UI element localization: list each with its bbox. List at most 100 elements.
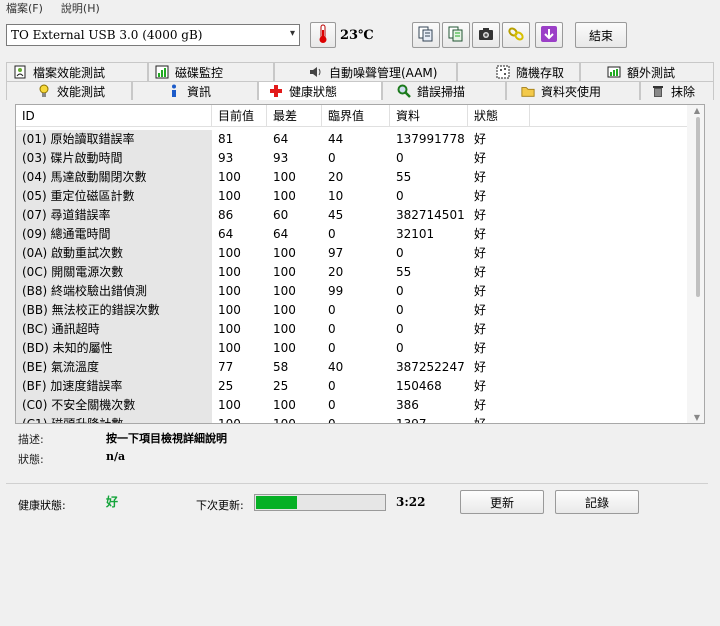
raw-data-cell: 55 xyxy=(396,170,412,184)
table-row[interactable]: (BC) 通訊超時 100 100 0 0 好 xyxy=(16,320,530,339)
attribute-status-cell: 好 xyxy=(474,341,487,355)
tab-health[interactable]: 健康狀態 xyxy=(258,81,382,100)
current-value-cell: 100 xyxy=(218,398,241,412)
attribute-id-cell: (BF) 加速度錯誤率 xyxy=(16,377,212,396)
table-row[interactable]: (BE) 氣流溫度 77 58 40 387252247 好 xyxy=(16,358,530,377)
table-row[interactable]: (C0) 不安全關機次數 100 100 0 386 好 xyxy=(16,396,530,415)
attribute-id-cell: (01) 原始讀取錯誤率 xyxy=(16,130,212,149)
tab-extra-tests[interactable]: 額外測試 xyxy=(580,62,714,81)
worst-value-cell: 100 xyxy=(273,170,296,184)
info-icon xyxy=(167,84,181,98)
threshold-value-cell: 20 xyxy=(328,265,344,279)
menu-help[interactable]: 說明(H) xyxy=(61,0,100,16)
attribute-status-cell: 好 xyxy=(474,265,487,279)
worst-value-cell: 100 xyxy=(273,322,296,336)
health-cross-icon xyxy=(269,84,283,98)
column-header-current[interactable]: 目前值 xyxy=(212,105,267,127)
raw-data-cell: 0 xyxy=(396,189,404,203)
threshold-value-cell: 10 xyxy=(328,189,344,203)
table-row[interactable]: (BF) 加速度錯誤率 25 25 0 150468 好 xyxy=(16,377,530,396)
tab-label: 自動噪聲管理(AAM) xyxy=(329,65,438,80)
screenshot-button[interactable] xyxy=(472,22,500,48)
worst-value-cell: 100 xyxy=(273,265,296,279)
tab-disk-monitor[interactable]: 磁碟監控 xyxy=(148,62,274,81)
table-row[interactable]: (01) 原始讀取錯誤率 81 64 44 137991778 好 xyxy=(16,130,530,149)
column-header-id[interactable]: ID xyxy=(16,105,212,127)
raw-data-cell: 387252247 xyxy=(396,360,465,374)
temperature-button[interactable] xyxy=(310,22,336,48)
raw-data-cell: 55 xyxy=(396,265,412,279)
status-label: 狀態: xyxy=(18,453,44,466)
drive-select[interactable]: TO External USB 3.0 (4000 gB) ▾ xyxy=(6,24,300,46)
worst-value-cell: 100 xyxy=(273,417,296,424)
table-row[interactable]: (0C) 開關電源次數 100 100 20 55 好 xyxy=(16,263,530,282)
tab-benchmark[interactable]: 效能測試 xyxy=(6,81,132,100)
attribute-id-cell: (BB) 無法校正的錯誤次數 xyxy=(16,301,212,320)
worst-value-cell: 93 xyxy=(273,151,289,165)
link-button[interactable] xyxy=(502,22,530,48)
table-row[interactable]: (B8) 終端校驗出錯偵測 100 100 99 0 好 xyxy=(16,282,530,301)
column-header-status[interactable]: 狀態 xyxy=(468,105,530,127)
table-row[interactable]: (04) 馬達啟動關閉次數 100 100 20 55 好 xyxy=(16,168,530,187)
worst-value-cell: 64 xyxy=(273,132,289,146)
menu-file[interactable]: 檔案(F) xyxy=(6,0,43,16)
raw-data-cell: 382714501 xyxy=(396,208,465,222)
tab-label: 磁碟監控 xyxy=(175,65,224,80)
threshold-value-cell: 0 xyxy=(328,398,336,412)
current-value-cell: 77 xyxy=(218,360,234,374)
scroll-down-icon[interactable]: ▼ xyxy=(694,413,700,422)
download-button[interactable] xyxy=(535,22,563,48)
attribute-status-cell: 好 xyxy=(474,417,487,424)
raw-data-cell: 0 xyxy=(396,246,404,260)
current-value-cell: 100 xyxy=(218,189,241,203)
tab-label: 效能測試 xyxy=(57,84,106,99)
worst-value-cell: 100 xyxy=(273,189,296,203)
attribute-status-cell: 好 xyxy=(474,303,487,317)
vertical-scrollbar[interactable]: ▲ ▼ xyxy=(687,105,704,423)
random-access-icon xyxy=(496,65,510,79)
tab-erase[interactable]: 抹除 xyxy=(640,81,714,100)
scrollbar-thumb[interactable] xyxy=(696,117,700,297)
current-value-cell: 100 xyxy=(218,322,241,336)
tab-file-benchmark[interactable]: 檔案效能測試 xyxy=(6,62,148,81)
tab-info[interactable]: 資訊 xyxy=(132,81,258,100)
table-row[interactable]: (0A) 啟動重試次數 100 100 97 0 好 xyxy=(16,244,530,263)
column-header-worst[interactable]: 最差 xyxy=(267,105,322,127)
copy-button[interactable] xyxy=(412,22,440,48)
status-value: n/a xyxy=(106,450,126,463)
threshold-value-cell: 0 xyxy=(328,322,336,336)
table-row[interactable]: (C1) 磁頭升降計數 100 100 0 1397 好 xyxy=(16,415,530,424)
current-value-cell: 100 xyxy=(218,417,241,424)
tab-label: 資料夾使用 xyxy=(541,84,602,99)
table-row[interactable]: (05) 重定位磁區計數 100 100 10 0 好 xyxy=(16,187,530,206)
tab-error-scan[interactable]: 錯誤掃描 xyxy=(382,81,506,100)
current-value-cell: 100 xyxy=(218,170,241,184)
tab-folder-usage[interactable]: 資料夾使用 xyxy=(506,81,640,100)
table-row[interactable]: (03) 碟片啟動時間 93 93 0 0 好 xyxy=(16,149,530,168)
table-row[interactable]: (09) 總通電時間 64 64 0 32101 好 xyxy=(16,225,530,244)
table-header: ID 目前值 最差 臨界值 資料 狀態 xyxy=(16,105,704,127)
table-row[interactable]: (BD) 未知的屬性 100 100 0 0 好 xyxy=(16,339,530,358)
raw-data-cell: 0 xyxy=(396,303,404,317)
threshold-value-cell: 0 xyxy=(328,417,336,424)
attribute-id-cell: (07) 尋道錯誤率 xyxy=(16,206,212,225)
threshold-value-cell: 0 xyxy=(328,151,336,165)
scroll-up-icon[interactable]: ▲ xyxy=(694,106,700,115)
tab-aam[interactable]: 自動噪聲管理(AAM) xyxy=(274,62,457,81)
tab-label: 隨機存取 xyxy=(516,65,565,80)
threshold-value-cell: 0 xyxy=(328,379,336,393)
worst-value-cell: 100 xyxy=(273,398,296,412)
table-row[interactable]: (BB) 無法校正的錯誤次數 100 100 0 0 好 xyxy=(16,301,530,320)
column-header-threshold[interactable]: 臨界值 xyxy=(322,105,390,127)
log-button[interactable]: 記錄 xyxy=(555,490,639,514)
raw-data-cell: 1397 xyxy=(396,417,427,424)
tab-random-access[interactable]: 隨機存取 xyxy=(457,62,580,81)
copy-text-button[interactable] xyxy=(442,22,470,48)
column-header-data[interactable]: 資料 xyxy=(390,105,468,127)
smart-table[interactable]: ID 目前值 最差 臨界值 資料 狀態 (01) 原始讀取錯誤率 81 64 44 13… xyxy=(15,104,705,424)
update-button[interactable]: 更新 xyxy=(460,490,544,514)
table-row[interactable]: (07) 尋道錯誤率 86 60 45 382714501 好 xyxy=(16,206,530,225)
exit-button[interactable]: 結束 xyxy=(575,22,627,48)
divider xyxy=(6,483,708,484)
attribute-status-cell: 好 xyxy=(474,246,487,260)
